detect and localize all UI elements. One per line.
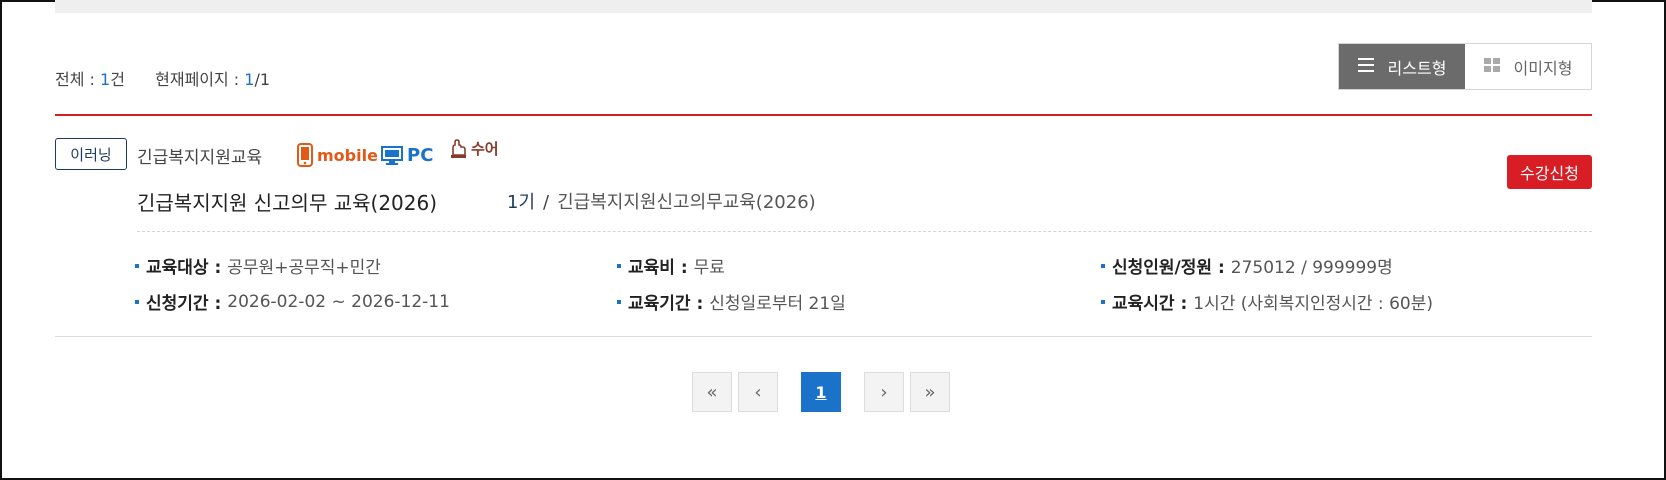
total-unit: 건 bbox=[110, 70, 125, 89]
bullet bbox=[1101, 263, 1105, 268]
bullet bbox=[135, 263, 139, 268]
sign-language-badge: 수어 bbox=[449, 138, 499, 159]
info-edu-time-value: 1시간 (사회복지인정시간 : 60분) bbox=[1193, 294, 1433, 314]
apply-button[interactable]: 수강신청 bbox=[1507, 155, 1592, 189]
info-applicants-label: 신청인원/정원 : bbox=[1112, 258, 1225, 278]
mobile-icon bbox=[297, 143, 313, 167]
info-applicants: 신청인원/정원 : 275012 / 999999명 bbox=[1101, 253, 1393, 278]
next-page-button[interactable]: › bbox=[864, 372, 904, 412]
list-bottom-divider bbox=[55, 336, 1592, 337]
list-view-button[interactable]: 리스트형 bbox=[1339, 44, 1465, 89]
pc-monitor-icon bbox=[381, 145, 403, 165]
info-target-label: 교육대상 : bbox=[146, 258, 222, 278]
info-fee-label: 교육비 : bbox=[628, 258, 688, 278]
info-edu-time: 교육시간 : 1시간 (사회복지인정시간 : 60분) bbox=[1101, 289, 1433, 314]
pc-label: PC bbox=[407, 145, 434, 166]
sign-language-label: 수어 bbox=[471, 140, 499, 158]
view-toggle: 리스트형 이미지형 bbox=[1338, 43, 1592, 90]
info-applicants-value: 275012 / 999999명 bbox=[1230, 258, 1393, 278]
image-view-button[interactable]: 이미지형 bbox=[1465, 44, 1591, 89]
bullet bbox=[1101, 299, 1105, 304]
info-apply-period-label: 신청기간 : bbox=[146, 294, 222, 314]
pc-badge: PC bbox=[381, 145, 433, 166]
info-edu-time-label: 교육시간 : bbox=[1112, 294, 1188, 314]
info-target: 교육대상 : 공무원+공무직+민간 bbox=[135, 253, 381, 278]
course-category: 긴급복지지원교육 bbox=[137, 148, 263, 168]
term-separator: / bbox=[543, 192, 550, 213]
term-name: 긴급복지지원신고의무교육(2026) bbox=[557, 192, 816, 213]
mobile-badge: mobile bbox=[297, 143, 378, 167]
course-term: 1기 / 긴급복지지원신고의무교육(2026) bbox=[507, 188, 816, 214]
course-title[interactable]: 긴급복지지원 신고의무 교육(2026) bbox=[137, 187, 437, 216]
info-fee-value: 무료 bbox=[693, 258, 725, 278]
hand-sign-icon bbox=[451, 138, 466, 158]
bullet bbox=[617, 299, 621, 304]
double-chevron-left-icon: « bbox=[706, 381, 718, 403]
list-top-divider bbox=[55, 114, 1592, 116]
list-icon bbox=[1357, 57, 1374, 76]
page-label: 현재페이지 : bbox=[155, 70, 240, 89]
info-fee: 교육비 : 무료 bbox=[617, 253, 725, 278]
info-target-value: 공무원+공무직+민간 bbox=[227, 258, 381, 278]
bullet bbox=[135, 299, 139, 304]
total-count: 1 bbox=[100, 70, 111, 89]
course-type-badge: 이러닝 bbox=[55, 138, 127, 170]
mobile-label: mobile bbox=[317, 145, 378, 165]
last-page-button[interactable]: » bbox=[910, 372, 950, 412]
info-apply-period: 신청기간 : 2026-02-02 ~ 2026-12-11 bbox=[135, 289, 450, 314]
image-view-label: 이미지형 bbox=[1513, 58, 1573, 78]
bullet bbox=[617, 263, 621, 268]
result-summary: 전체 : 1건 현재페이지 : 1/1 bbox=[55, 66, 270, 90]
term-number: 1기 bbox=[507, 192, 536, 213]
info-edu-period-value: 신청일로부터 21일 bbox=[709, 294, 846, 314]
prev-page-button[interactable]: ‹ bbox=[738, 372, 778, 412]
info-edu-period-label: 교육기간 : bbox=[628, 294, 704, 314]
first-page-button[interactable]: « bbox=[692, 372, 732, 412]
info-apply-period-value: 2026-02-02 ~ 2026-12-11 bbox=[227, 291, 450, 312]
chevron-left-icon: ‹ bbox=[754, 381, 762, 403]
page-1-button[interactable]: 1 bbox=[801, 372, 841, 412]
total-label: 전체 : bbox=[55, 70, 95, 89]
info-divider bbox=[137, 231, 1592, 232]
total-pages: /1 bbox=[254, 70, 271, 89]
double-chevron-right-icon: » bbox=[924, 381, 936, 403]
current-page: 1 bbox=[244, 70, 255, 89]
chevron-right-icon: › bbox=[880, 381, 888, 403]
top-gray-bar bbox=[55, 0, 1592, 13]
info-edu-period: 교육기간 : 신청일로부터 21일 bbox=[617, 289, 846, 314]
list-view-label: 리스트형 bbox=[1387, 58, 1447, 78]
grid-icon bbox=[1483, 57, 1500, 76]
